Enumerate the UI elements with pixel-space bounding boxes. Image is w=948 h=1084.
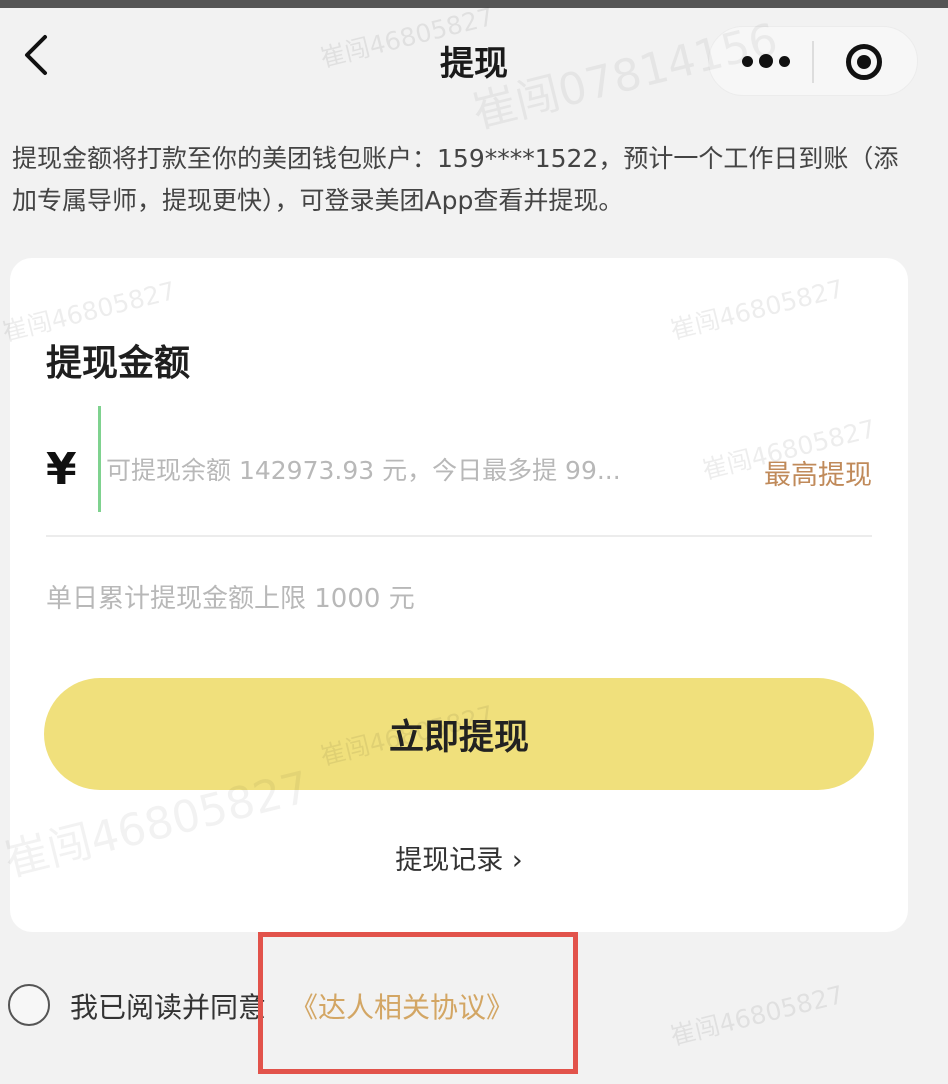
amount-input[interactable] <box>106 448 706 492</box>
payout-notice: 提现金额将打款至你的美团钱包账户：159****1522，预计一个工作日到账（添… <box>12 144 899 215</box>
capsule-divider <box>812 41 814 83</box>
agreement-checkbox[interactable] <box>8 984 50 1026</box>
text-cursor <box>98 406 101 512</box>
close-button[interactable] <box>839 37 889 87</box>
daily-limit-note: 单日累计提现金额上限 1000 元 <box>46 584 415 614</box>
currency-symbol: ¥ <box>46 444 77 495</box>
target-close-icon <box>846 44 882 80</box>
watermark: 崔闯46805827 <box>667 979 847 1051</box>
amount-title: 提现金额 <box>46 343 191 384</box>
agreement-text: 我已阅读并同意 <box>70 991 267 1024</box>
highlight-annotation-box <box>258 932 578 1074</box>
input-divider <box>46 535 872 537</box>
